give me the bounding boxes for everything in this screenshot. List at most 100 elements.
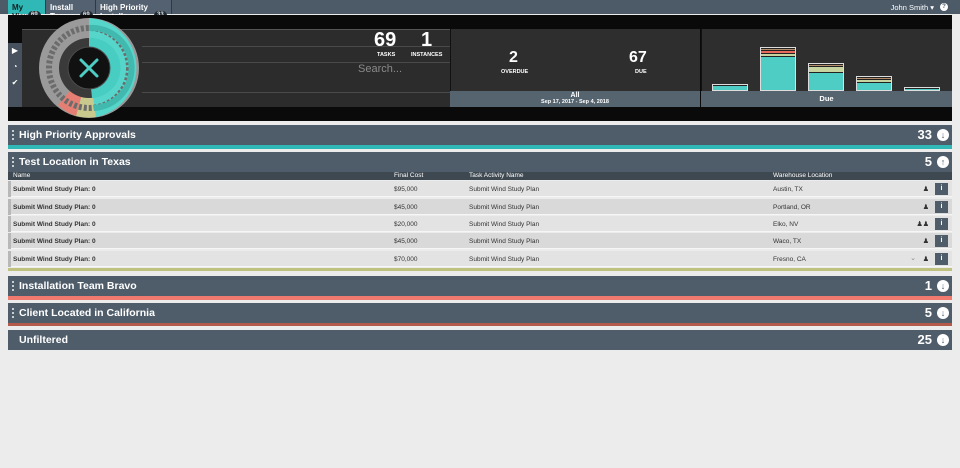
expand-icon[interactable]: ↓ bbox=[937, 307, 949, 319]
range-title: All bbox=[570, 92, 580, 99]
row-handle[interactable] bbox=[8, 251, 11, 267]
due-bar[interactable] bbox=[856, 76, 892, 91]
due-bar-segment bbox=[809, 72, 843, 90]
column-header[interactable]: Warehouse Location bbox=[773, 172, 832, 179]
due-bar[interactable] bbox=[712, 84, 748, 91]
column-header[interactable]: Name bbox=[13, 172, 30, 179]
tab-my-view[interactable]: My View bbox=[8, 0, 46, 21]
table-header: Name Final Cost Task Activity Name Wareh… bbox=[8, 172, 952, 180]
table-row[interactable]: Submit Wind Study Plan: 0 $95,000 Submit… bbox=[8, 181, 952, 197]
row-cost: $95,000 bbox=[394, 186, 418, 193]
due-chart-footer: Due bbox=[701, 91, 952, 107]
task-donut-chart[interactable] bbox=[36, 15, 142, 121]
date-range[interactable]: All Sep 17, 2017 - Sep 4, 2018 bbox=[450, 91, 700, 107]
row-location: Austin, TX bbox=[773, 186, 803, 193]
search-input[interactable]: Search... bbox=[358, 63, 402, 75]
group-unfiltered[interactable]: Unfiltered 25 ↓ bbox=[8, 330, 952, 350]
divider bbox=[142, 62, 458, 63]
group-installation-team-bravo[interactable]: Installation Team Bravo 1 ↓ bbox=[8, 276, 952, 296]
row-activity: Submit Wind Study Plan bbox=[469, 204, 540, 211]
row-handle[interactable] bbox=[8, 216, 11, 232]
group-title: Unfiltered bbox=[19, 334, 69, 346]
expand-icon[interactable]: ↓ bbox=[937, 129, 949, 141]
group-count: 33 bbox=[917, 127, 932, 142]
row-name: Submit Wind Study Plan: 0 bbox=[13, 221, 96, 228]
divider bbox=[142, 46, 458, 47]
gauge-icon[interactable]: ◔ bbox=[8, 59, 22, 75]
group-test-location-texas[interactable]: Test Location in Texas 5 ↑ bbox=[8, 152, 952, 172]
row-name: Submit Wind Study Plan: 0 bbox=[13, 186, 96, 193]
row-handle[interactable] bbox=[8, 233, 11, 249]
expand-icon[interactable]: ↓ bbox=[937, 334, 949, 346]
group-color-stripe bbox=[8, 323, 952, 326]
due-bar-segment bbox=[857, 82, 891, 90]
due-count: 67 bbox=[629, 49, 647, 66]
question-icon[interactable]: ? bbox=[940, 3, 948, 11]
group-title: High Priority Approvals bbox=[19, 129, 136, 141]
expand-icon[interactable]: ↓ bbox=[937, 280, 949, 292]
top-nav-bar: My View Install Teams High Priority Inst… bbox=[0, 0, 960, 21]
group-count: 5 bbox=[924, 154, 932, 169]
overdue-count: 2 bbox=[509, 49, 518, 66]
group-title: Installation Team Bravo bbox=[19, 280, 137, 292]
group-high-priority-approvals[interactable]: High Priority Approvals 33 ↓ bbox=[8, 125, 952, 145]
person-icon[interactable]: ♟ bbox=[923, 237, 929, 245]
table-row[interactable]: Submit Wind Study Plan: 0 $20,000 Submit… bbox=[8, 216, 952, 232]
caret-down-icon: ▾ bbox=[930, 3, 934, 12]
play-icon[interactable]: ▶ bbox=[8, 43, 22, 59]
check-icon[interactable]: ✔ bbox=[8, 75, 22, 91]
instances-label: INSTANCES bbox=[411, 52, 443, 58]
row-cost: $45,000 bbox=[394, 238, 418, 245]
group-count: 1 bbox=[924, 278, 932, 293]
info-button[interactable]: i bbox=[935, 235, 948, 247]
table-row[interactable]: Submit Wind Study Plan: 0 $70,000 Submit… bbox=[8, 251, 952, 267]
due-bar[interactable] bbox=[808, 63, 844, 91]
due-bar-segment bbox=[905, 88, 939, 90]
side-toolbar: ▶ ◔ ✔ bbox=[8, 43, 22, 107]
overdue-label: OVERDUE bbox=[501, 69, 529, 75]
divider bbox=[142, 92, 458, 93]
group-count: 25 bbox=[917, 332, 932, 347]
group-color-stripe bbox=[8, 296, 952, 300]
row-location: Elko, NV bbox=[773, 221, 799, 228]
info-button[interactable]: i bbox=[935, 253, 948, 265]
due-bar-segment bbox=[761, 55, 795, 90]
drag-handle-icon[interactable] bbox=[12, 308, 14, 318]
collapse-icon[interactable]: ↑ bbox=[937, 156, 949, 168]
drag-handle-icon[interactable] bbox=[12, 157, 14, 167]
info-button[interactable]: i bbox=[935, 218, 948, 230]
table-row[interactable]: Submit Wind Study Plan: 0 $45,000 Submit… bbox=[8, 199, 952, 215]
group-title: Test Location in Texas bbox=[19, 156, 131, 168]
row-location: Fresno, CA bbox=[773, 256, 806, 263]
group-count: 5 bbox=[924, 305, 932, 320]
column-header[interactable]: Final Cost bbox=[394, 172, 423, 179]
due-bar-segment bbox=[713, 85, 747, 90]
chevron-down-icon[interactable]: ⌄ bbox=[910, 254, 916, 262]
table-row[interactable]: Submit Wind Study Plan: 0 $45,000 Submit… bbox=[8, 233, 952, 249]
range-dates: Sep 17, 2017 - Sep 4, 2018 bbox=[541, 99, 609, 105]
group-color-stripe bbox=[8, 268, 952, 271]
column-header[interactable]: Task Activity Name bbox=[469, 172, 524, 179]
row-handle[interactable] bbox=[8, 181, 11, 197]
drag-handle-icon[interactable] bbox=[12, 130, 14, 140]
info-button[interactable]: i bbox=[935, 183, 948, 195]
user-menu[interactable]: John Smith ▾ bbox=[891, 3, 934, 12]
group-client-california[interactable]: Client Located in California 5 ↓ bbox=[8, 303, 952, 323]
person-icon[interactable]: ♟ bbox=[923, 203, 929, 211]
due-bar[interactable] bbox=[760, 47, 796, 91]
row-activity: Submit Wind Study Plan bbox=[469, 221, 540, 228]
summary-dashboard: ▶ ◔ ✔ 69 TASKS 1 INSTANCES Search... 2 O… bbox=[8, 15, 952, 121]
group-color-stripe bbox=[8, 145, 952, 149]
person-icon[interactable]: ♟ bbox=[923, 255, 929, 263]
row-activity: Submit Wind Study Plan bbox=[469, 186, 540, 193]
row-name: Submit Wind Study Plan: 0 bbox=[13, 256, 96, 263]
person-icon[interactable]: ♟ bbox=[923, 185, 929, 193]
row-activity: Submit Wind Study Plan bbox=[469, 238, 540, 245]
group-icon[interactable]: ♟♟ bbox=[916, 220, 929, 228]
row-name: Submit Wind Study Plan: 0 bbox=[13, 238, 96, 245]
user-name: John Smith bbox=[890, 3, 929, 12]
row-location: Waco, TX bbox=[773, 238, 802, 245]
info-button[interactable]: i bbox=[935, 201, 948, 213]
row-handle[interactable] bbox=[8, 199, 11, 215]
drag-handle-icon[interactable] bbox=[12, 281, 14, 291]
